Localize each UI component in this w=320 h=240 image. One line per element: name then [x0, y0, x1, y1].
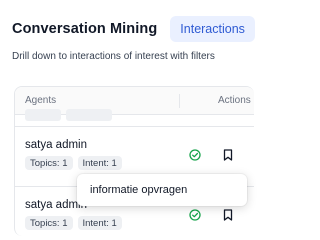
badge-topics [25, 109, 61, 121]
row-badges: Topics: 1 Intent: 1 [25, 156, 122, 170]
column-resize-handle[interactable] [179, 94, 180, 108]
badge-intent[interactable]: Intent: 1 [77, 156, 122, 170]
row-badges: Topics: 1 Intent: 1 [25, 216, 122, 230]
agent-name: satya admin [25, 139, 88, 151]
badge-intent [66, 109, 112, 121]
badge-topics[interactable]: Topics: 1 [25, 216, 73, 230]
table-row[interactable] [15, 109, 254, 127]
page-title: Conversation Mining [12, 21, 158, 37]
page-subtitle: Drill down to interactions of interest w… [12, 51, 215, 62]
check-circle-icon[interactable] [189, 149, 201, 161]
page-header: Conversation Mining Interactions [12, 16, 255, 42]
column-header-actions[interactable]: Actions [218, 95, 251, 106]
intent-tooltip: informatie opvragen [77, 174, 247, 206]
check-circle-icon[interactable] [189, 209, 201, 221]
badge-intent[interactable]: Intent: 1 [77, 216, 122, 230]
interactions-table: Agents Actions satya admin Topics: 1 Int… [14, 86, 254, 236]
tooltip-text: informatie opvragen [90, 184, 188, 196]
bookmark-icon[interactable] [223, 209, 233, 221]
bookmark-icon[interactable] [223, 149, 233, 161]
column-header-agents[interactable]: Agents [25, 95, 56, 106]
badge-topics[interactable]: Topics: 1 [25, 156, 73, 170]
tab-interactions[interactable]: Interactions [170, 16, 255, 42]
